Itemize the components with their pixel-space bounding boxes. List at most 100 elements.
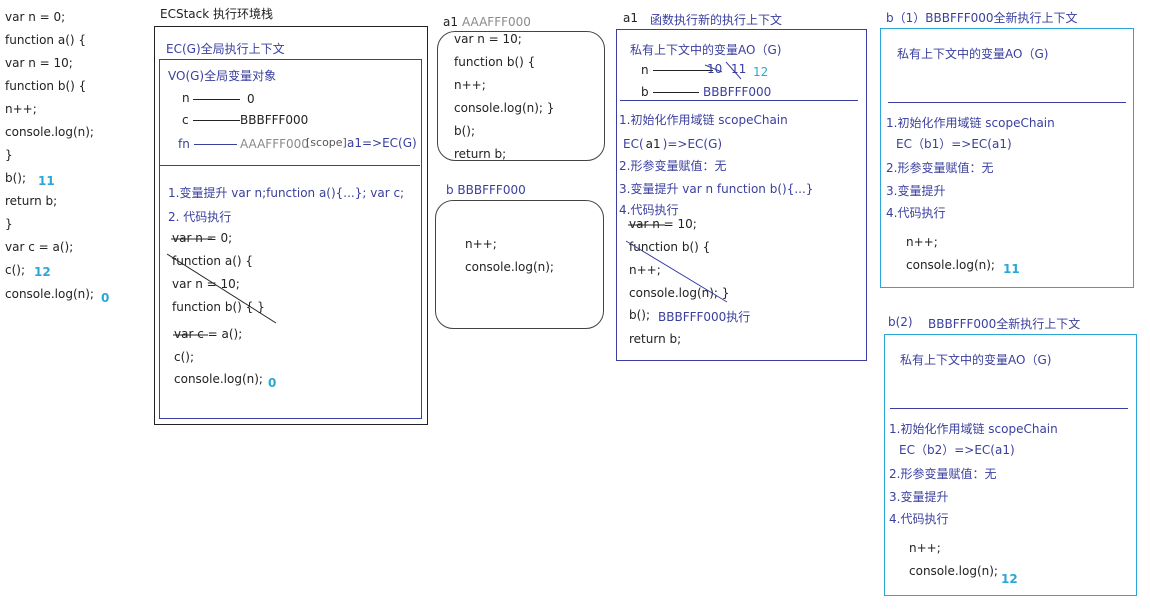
- ao-n-new1: 11: [731, 62, 747, 76]
- ao-b-value: BBBFFF000: [703, 85, 772, 99]
- pointer-line: [653, 70, 713, 71]
- heap-b-line: console.log(n);: [465, 260, 554, 274]
- exec-line: var n = 0;: [172, 231, 233, 245]
- var-c-value: BBBFFF000: [240, 113, 309, 127]
- exec-line: function a() {: [172, 254, 253, 268]
- vo-title: VO(G)全局变量对象: [168, 69, 277, 83]
- pointer-line: [653, 92, 699, 93]
- ao-n-name: n: [641, 63, 649, 77]
- heap-a1-line: function b() {: [454, 55, 536, 69]
- ctx-b1-step2: 2.形参变量赋值：无: [886, 161, 994, 175]
- ctx-b1-exec-line: n++;: [906, 235, 938, 249]
- ctx-b2-output: 12: [1001, 572, 1018, 586]
- ctx-b1-step1: 1.初始化作用域链 scopeChain: [886, 116, 1055, 130]
- heap-a1-line: n++;: [454, 78, 486, 92]
- var-fn-name: fn: [178, 137, 190, 151]
- b-call-output: 11: [38, 174, 55, 188]
- divider: [620, 100, 858, 101]
- ctx-a1-exec-line: var n = 10;: [629, 217, 697, 231]
- global-ec-title: EC(G)全局执行上下文: [166, 42, 285, 56]
- ctx-b2-step2: 2.形参变量赋值：无: [889, 467, 997, 481]
- c-call-output: 12: [34, 265, 51, 279]
- scope-value: a1=>EC(G): [347, 136, 417, 150]
- ctx-a1-step1: 1.初始化作用域链 scopeChain: [619, 113, 788, 127]
- code-line: console.log(n);: [5, 287, 94, 301]
- ctx-b2-exec-line: console.log(n);: [909, 564, 998, 578]
- divider: [888, 102, 1126, 103]
- pointer-line: [193, 120, 240, 121]
- ctx-b1-step4: 4.代码执行: [886, 206, 946, 220]
- exec-line: console.log(n);: [174, 372, 263, 386]
- code-line: var n = 0;: [5, 10, 66, 24]
- ctx-b1-title: b（1）BBBFFF000全新执行上下文: [886, 11, 1078, 25]
- ctx-a1-label: a1: [623, 11, 638, 25]
- ctx-a1-exec-line: return b;: [629, 332, 682, 346]
- ctx-b1-exec-line: console.log(n);: [906, 258, 995, 272]
- ctx-a1-ao-title: 私有上下文中的变量AO（G): [630, 43, 782, 57]
- heap-a1-box: [437, 31, 605, 161]
- code-line: c();: [5, 263, 26, 277]
- scope-label: [scope]: [306, 136, 347, 149]
- ctx-a1-b-exec-note: BBBFFF000执行: [658, 310, 751, 324]
- ctx-a1-step2: 2.形参变量赋值：无: [619, 159, 727, 173]
- heap-a1-line: return b;: [454, 147, 507, 161]
- heap-a1-line: b();: [454, 124, 476, 138]
- divider: [160, 165, 420, 166]
- code-line: var c = a();: [5, 240, 74, 254]
- exec-line: var c = a();: [174, 327, 243, 341]
- step-hoist-text: 1.变量提升 var n;function a(){...}; var c;: [168, 186, 405, 200]
- ctx-b2-step4: 4.代码执行: [889, 512, 949, 526]
- var-c-name: c: [182, 113, 189, 127]
- scope-chain-prefix: EC(: [623, 137, 644, 151]
- code-line: n++;: [5, 102, 37, 116]
- ctx-b1-output: 11: [1003, 262, 1020, 276]
- ctx-a1-exec-line: console.log(n); }: [629, 286, 730, 300]
- ao-n-old: 10: [707, 62, 723, 76]
- ctx-b2-step3: 3.变量提升: [889, 490, 949, 504]
- ctx-b1-ao-title: 私有上下文中的变量AO（G): [897, 47, 1049, 61]
- heap-a1-label: a1: [443, 15, 458, 29]
- step-hoist: 1.变量提升 var n;function a(){...}; var c;: [168, 184, 404, 201]
- ctx-b2-step1: 1.初始化作用域链 scopeChain: [889, 422, 1058, 436]
- ctx-b2-title: BBBFFF000全新执行上下文: [928, 317, 1081, 331]
- heap-a1-addr: AAAFFF000: [462, 15, 531, 29]
- code-line: b();: [5, 171, 27, 185]
- scope-chain-a1: a1: [645, 137, 661, 151]
- ctx-b1-scope-chain: EC（b1）=>EC(a1): [896, 137, 1012, 151]
- code-line: }: [5, 148, 13, 162]
- heap-b-line: n++;: [465, 237, 497, 251]
- ecstack-title: ECStack 执行环境栈: [160, 7, 273, 21]
- ctx-a1-scope-chain: EC(a1)=>EC(G): [623, 137, 722, 151]
- ao-n-new2: 12: [753, 65, 769, 79]
- code-line: return b;: [5, 194, 58, 208]
- ctx-a1-exec-line: b();: [629, 308, 651, 322]
- ctx-b2-ao-title: 私有上下文中的变量AO（G): [900, 353, 1052, 367]
- exec-line: function b() { }: [172, 300, 265, 314]
- heap-b-label: b BBBFFF000: [446, 183, 526, 197]
- step-exec: 2. 代码执行: [168, 210, 232, 224]
- exec-line: c();: [174, 350, 195, 364]
- exec-line: var n = 10;: [172, 277, 240, 291]
- ctx-b2-title-prefix: b(2): [888, 315, 913, 329]
- heap-a1-line: var n = 10;: [454, 32, 522, 46]
- var-n-name: n: [182, 91, 190, 105]
- final-log-output: 0: [101, 291, 110, 305]
- ctx-a1-title: 函数执行新的执行上下文: [650, 13, 783, 27]
- code-line: function b() {: [5, 79, 87, 93]
- ctx-a1-step3: 3.变量提升 var n function b(){...}: [619, 180, 813, 197]
- ctx-a1-exec-line: n++;: [629, 263, 661, 277]
- code-line: console.log(n);: [5, 125, 94, 139]
- divider: [890, 408, 1128, 409]
- ctx-b2-exec-line: n++;: [909, 541, 941, 555]
- code-line: }: [5, 217, 13, 231]
- ctx-a1-exec-line: function b() {: [629, 240, 711, 254]
- global-final-output: 0: [268, 376, 277, 390]
- ctx-b2-scope-chain: EC（b2）=>EC(a1): [899, 443, 1015, 457]
- ctx-b1-step3: 3.变量提升: [886, 184, 946, 198]
- ao-b-name: b: [641, 85, 649, 99]
- pointer-line: [193, 99, 240, 100]
- code-line: function a() {: [5, 33, 86, 47]
- scope-chain-suffix: )=>EC(G): [662, 137, 723, 151]
- ctx-b1-box: [880, 28, 1134, 288]
- pointer-line: [194, 144, 237, 145]
